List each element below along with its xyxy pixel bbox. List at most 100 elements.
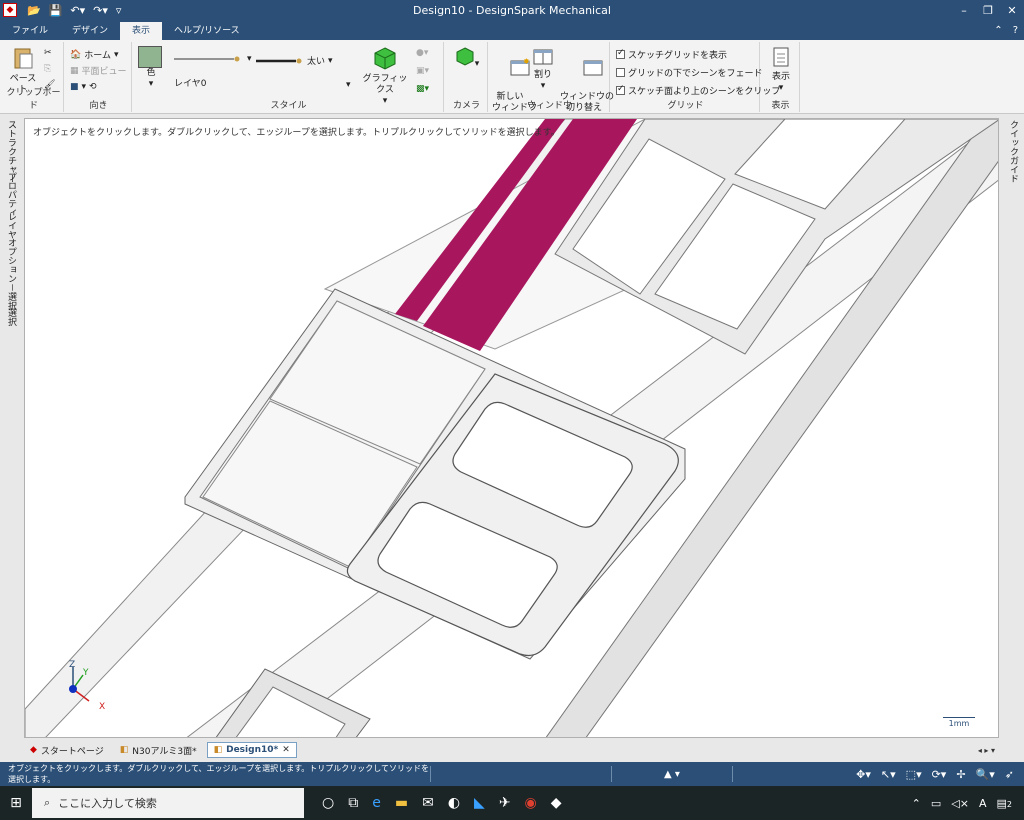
selection-panel-tab[interactable]: 選択 bbox=[5, 308, 18, 326]
paint-icon[interactable]: ◐ bbox=[448, 795, 460, 811]
start-page-icon: ◆ bbox=[30, 745, 37, 755]
checkbox-checked bbox=[616, 48, 625, 59]
clip-scene-checkbox[interactable]: スケッチ面より上のシーンをクリップ bbox=[616, 84, 780, 97]
app-icon-bird[interactable]: ✈ bbox=[499, 795, 511, 811]
box-select-icon[interactable]: ⬚▾ bbox=[906, 768, 922, 781]
design-doc-icon: ◧ bbox=[213, 745, 223, 755]
clipboard-group: ペースト ✂ ⎘ 🖌 クリップボード bbox=[4, 42, 64, 112]
line-style-dropdown[interactable]: ▾ bbox=[174, 54, 252, 64]
axis-y-label: Y bbox=[82, 668, 89, 678]
color-button[interactable]: 色 ▾ bbox=[138, 46, 164, 90]
wireframe-icon[interactable]: ▩▾ bbox=[416, 84, 429, 94]
status-bar: オブジェクトをクリックします。ダブルクリックして、エッジループを選択します。トリ… bbox=[0, 762, 1024, 786]
graphics-cube-icon bbox=[374, 47, 396, 70]
box-display-icon[interactable]: ▣▾ bbox=[416, 66, 429, 76]
redo-icon[interactable]: ↷▾ bbox=[93, 4, 108, 17]
measure-icon[interactable]: ➶ bbox=[1005, 768, 1014, 781]
minimize-button[interactable]: – bbox=[952, 4, 976, 17]
paste-icon bbox=[14, 48, 33, 69]
window-title: Design10 - DesignSpark Mechanical bbox=[413, 3, 611, 17]
cortana-icon[interactable]: ○ bbox=[322, 795, 334, 811]
tab-display[interactable]: 表示 bbox=[120, 22, 163, 40]
close-button[interactable]: ✕ bbox=[1000, 4, 1024, 17]
status-message: オブジェクトをクリックします。ダブルクリックして、エッジループを選択します。トリ… bbox=[8, 764, 430, 784]
scale-bar: 1mm bbox=[943, 717, 975, 728]
spin-icon[interactable]: ✥▾ bbox=[856, 768, 871, 781]
show-sketch-grid-checkbox[interactable]: スケッチグリッドを表示 bbox=[616, 48, 727, 61]
windows-start-icon[interactable]: ⊞ bbox=[0, 795, 32, 811]
notification-center-icon[interactable]: ▤2 bbox=[997, 797, 1013, 810]
doc-tab-n30[interactable]: ◧ N30アルミ3面* bbox=[114, 742, 203, 758]
model-drawing: Z Y X bbox=[25, 119, 998, 737]
search-icon: ⌕ bbox=[44, 796, 51, 809]
window-group-label: ウィンドウ bbox=[526, 101, 572, 111]
mail-icon[interactable]: ✉ bbox=[422, 795, 434, 811]
layer-dropdown[interactable]: レイヤ0 bbox=[174, 76, 206, 89]
help-icon[interactable]: ? bbox=[1013, 22, 1018, 40]
app-icon-blue[interactable]: ◣ bbox=[474, 795, 485, 811]
tab-help[interactable]: ヘルプ/リソース bbox=[162, 22, 252, 40]
scale-bar-label: 1mm bbox=[948, 719, 970, 728]
app-icon[interactable]: ◆ bbox=[3, 3, 17, 17]
tab-file[interactable]: ファイル bbox=[0, 22, 60, 40]
style-expand-icon[interactable]: ▾ bbox=[346, 80, 351, 90]
copy-icon[interactable]: ⎘ bbox=[44, 64, 51, 74]
split-window-button[interactable]: 割り ▾ bbox=[530, 46, 556, 92]
grid-group: スケッチグリッドを表示 グリッドの下でシーンをフェード スケッチ面より上のシーン… bbox=[612, 42, 780, 112]
new-window-icon: ✸ bbox=[510, 57, 530, 76]
network-icon[interactable]: ▭ bbox=[931, 797, 941, 810]
save-icon[interactable]: 💾 bbox=[49, 4, 63, 17]
right-panel-strip: クイックガイド bbox=[1001, 114, 1024, 740]
cut-icon[interactable]: ✂ bbox=[44, 48, 52, 58]
viewport-hint-text: オブジェクトをクリックします。ダブルクリックして、エッジループを選択します。トリ… bbox=[33, 128, 560, 138]
ribbon-tab-bar: ファイル デザイン 表示 ヘルプ/リソース ⌃ ? bbox=[0, 20, 1024, 40]
task-view-icon[interactable]: ⧉ bbox=[348, 795, 358, 811]
close-tab-icon[interactable]: ✕ bbox=[282, 745, 290, 755]
notification-count: 2 bbox=[1006, 799, 1012, 809]
taskbar-search-box[interactable]: ⌕ ここに入力して検索 bbox=[32, 788, 304, 818]
chrome-icon[interactable]: ◉ bbox=[525, 795, 537, 811]
customize-qat-icon[interactable]: ▿ bbox=[116, 4, 122, 17]
home-button[interactable]: 🏠 ホーム ▾ bbox=[70, 48, 118, 62]
rotate-icon[interactable]: ⟳▾ bbox=[932, 768, 947, 781]
restore-button[interactable]: ❐ bbox=[976, 4, 1000, 17]
ime-indicator[interactable]: A bbox=[979, 797, 987, 810]
collapse-ribbon-icon[interactable]: ⌃ bbox=[994, 22, 1002, 40]
display-button[interactable]: 表示 ▾ bbox=[766, 46, 796, 94]
file-explorer-icon[interactable]: ▬ bbox=[395, 795, 408, 811]
tab-scroll-arrows[interactable]: ◂ ▸ ▾ bbox=[978, 746, 995, 755]
options-selection-panel-tab[interactable]: オプション－選択 bbox=[5, 238, 18, 310]
3d-viewport[interactable]: Z Y X オブジェクトをクリックします。ダブルクリックして、エッジループを選択… bbox=[24, 118, 999, 738]
doc-tab-start-page[interactable]: ◆ スタートページ bbox=[24, 742, 110, 758]
windows-taskbar: ⊞ ⌕ ここに入力して検索 ○ ⧉ e ▬ ✉ ◐ ◣ ✈ ◉ ◆ ⌃ ▭ ◁×… bbox=[0, 786, 1024, 820]
quick-guide-tab[interactable]: クイックガイド bbox=[1007, 120, 1020, 183]
line-style-icon bbox=[174, 56, 240, 62]
undo-icon[interactable]: ↶▾ bbox=[70, 4, 85, 17]
open-folder-icon[interactable]: 📂 bbox=[27, 4, 41, 17]
volume-icon[interactable]: ◁× bbox=[951, 797, 969, 810]
document-icon bbox=[773, 47, 789, 67]
sphere-icon[interactable]: ●▾ bbox=[416, 48, 428, 58]
display-group-label: 表示 bbox=[771, 101, 790, 111]
pan-icon[interactable]: ✢ bbox=[956, 768, 965, 781]
line-weight-dropdown[interactable]: 太い ▾ bbox=[256, 54, 333, 67]
checkbox-unchecked bbox=[616, 68, 625, 77]
view-cube-button[interactable]: ■ ▾ ⟲ bbox=[70, 82, 97, 92]
left-panel-strip: ストラクチャー プロパティ レイヤ オプション－選択 選択 bbox=[0, 114, 22, 740]
plane-view-button[interactable]: ▦ 平面ビュー bbox=[70, 64, 127, 78]
zoom-icon[interactable]: 🔍▾ bbox=[976, 768, 995, 781]
fade-scene-checkbox[interactable]: グリッドの下でシーンをフェード bbox=[616, 66, 763, 79]
orientation-group: 🏠 ホーム ▾ ▦ 平面ビュー ■ ▾ ⟲ 向き bbox=[66, 42, 132, 112]
select-arrow-icon[interactable]: ↖▾ bbox=[881, 768, 896, 781]
layers-panel-tab[interactable]: レイヤ bbox=[5, 212, 18, 239]
selection-filter-icon[interactable]: ▲ ▾ bbox=[612, 769, 732, 780]
edge-browser-icon[interactable]: e bbox=[372, 795, 381, 811]
doc-tab-design10[interactable]: ◧ Design10* ✕ bbox=[206, 742, 297, 758]
designspark-taskbar-icon[interactable]: ◆ bbox=[551, 795, 562, 811]
tab-design[interactable]: デザイン bbox=[60, 22, 120, 40]
style-group: 色 ▾ ▾ レイヤ0 太い ▾ ▾ グラフィックス ▾ ●▾ ▣▾ ▩▾ スタイル bbox=[134, 42, 444, 112]
tray-chevron-icon[interactable]: ⌃ bbox=[912, 797, 921, 810]
properties-panel-tab[interactable]: プロパティ bbox=[5, 172, 18, 217]
camera-button[interactable]: ▾ bbox=[450, 46, 484, 70]
cube-icon: ■ bbox=[70, 82, 79, 92]
